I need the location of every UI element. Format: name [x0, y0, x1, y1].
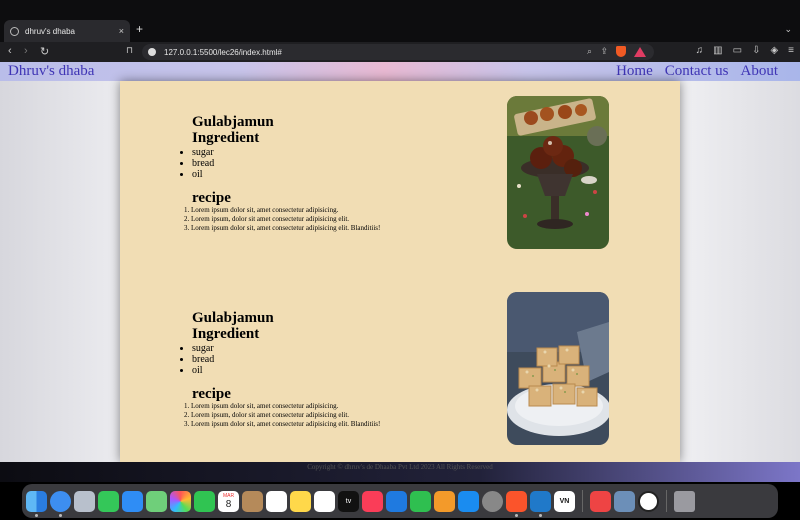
notes-icon[interactable]	[290, 490, 311, 512]
recipe-card: Gulabjamun Ingredient sugar bread oil re…	[120, 292, 680, 452]
photos-icon[interactable]	[170, 490, 191, 512]
recipe-step: Lorem ipsum, dolor sit amet consectetur …	[191, 411, 380, 420]
brave-icon[interactable]	[506, 490, 527, 517]
forward-icon[interactable]: ›	[24, 45, 28, 57]
globe-icon	[10, 26, 19, 36]
recipe-heading: recipe	[192, 190, 231, 206]
macos-dock: MAR 8 tv VN	[22, 484, 778, 518]
vn-icon[interactable]: VN	[554, 490, 575, 512]
recipe-step: Lorem ipsum dolor sit, amet consectetur …	[191, 224, 380, 233]
close-tab-icon[interactable]: ×	[119, 26, 124, 36]
brave-shield-icon[interactable]	[616, 46, 626, 57]
dock-separator	[582, 490, 583, 512]
dock-separator	[666, 490, 667, 512]
dock-area: MAR 8 tv VN	[0, 482, 800, 520]
nav-link-contact[interactable]: Contact us	[665, 63, 729, 80]
contacts-icon[interactable]	[242, 490, 263, 512]
recipe-steps: Lorem ipsum dolor sit, amet consectetur …	[191, 206, 380, 233]
recipe-step: Lorem ipsum dolor sit, amet consectetur …	[191, 206, 380, 215]
nav-links: Home Contact us About	[616, 63, 778, 80]
browser-tab[interactable]: dhruv's dhaba ×	[4, 20, 130, 42]
recipe-step: Lorem ipsum, dolor sit amet consectetur …	[191, 215, 380, 224]
tab-list-chevron-icon[interactable]: ⌄	[784, 24, 792, 35]
tab-title: dhruv's dhaba	[25, 26, 76, 36]
bookmark-icon[interactable]: ⊓	[126, 45, 133, 56]
numbers-icon[interactable]	[410, 490, 431, 512]
maps-icon[interactable]	[146, 490, 167, 512]
recipe-steps: Lorem ipsum dolor sit, amet consectetur …	[191, 402, 380, 429]
recipe-step: Lorem ipsum dolor sit, amet consectetur …	[191, 420, 380, 429]
calendar-icon[interactable]: MAR 8	[218, 490, 239, 512]
ingredient-heading: Ingredient	[192, 130, 260, 146]
url-text: 127.0.0.1:5500/lec26/index.html#	[164, 47, 282, 57]
download-icon[interactable]: ⇩	[752, 45, 760, 56]
page-viewport: Dhruv's dhaba Home Contact us About Gula…	[0, 62, 800, 482]
wallet-icon[interactable]: ▭	[733, 45, 742, 56]
site-brand[interactable]: Dhruv's dhaba	[8, 63, 94, 80]
recipe-container: Gulabjamun Ingredient sugar bread oil re…	[120, 81, 680, 462]
ingredient-list: sugar bread oil	[192, 147, 214, 180]
share-icon[interactable]: ⇪	[600, 46, 608, 57]
preview-icon[interactable]	[590, 490, 611, 512]
messages-icon[interactable]	[98, 490, 119, 512]
ingredient-list: sugar bread oil	[192, 343, 214, 376]
keynote-icon[interactable]	[386, 490, 407, 512]
toolbar-right-icons: ♫ ▥ ▭ ⇩ ◈ ≡	[696, 45, 794, 56]
ingredient-item: oil	[192, 365, 214, 376]
barfi-photo	[507, 292, 609, 445]
ingredient-item: sugar	[192, 343, 214, 354]
new-tab-button[interactable]: +	[136, 22, 143, 36]
nav-link-about[interactable]: About	[741, 63, 779, 80]
nav-link-home[interactable]: Home	[616, 63, 653, 80]
ingredient-heading: Ingredient	[192, 326, 260, 342]
ingredient-item: bread	[192, 158, 214, 169]
trash-icon[interactable]	[674, 490, 695, 512]
vpn-icon[interactable]: ◈	[770, 45, 778, 56]
music-icon[interactable]	[362, 490, 383, 512]
media-icon[interactable]: ♫	[696, 45, 704, 56]
finder-icon[interactable]	[26, 490, 47, 517]
pages-icon[interactable]	[434, 490, 455, 512]
site-navbar: Dhruv's dhaba Home Contact us About	[0, 62, 800, 81]
recipe-step: Lorem ipsum dolor sit, amet consectetur …	[191, 402, 380, 411]
back-icon[interactable]: ‹	[8, 45, 12, 57]
ingredient-item: sugar	[192, 147, 214, 158]
safari-icon[interactable]	[50, 490, 71, 517]
screenshot-icon[interactable]	[614, 490, 635, 512]
browser-tab-bar: dhruv's dhaba × + ⌄	[0, 0, 800, 42]
ingredient-item: oil	[192, 169, 214, 180]
tv-icon[interactable]: tv	[338, 490, 359, 512]
menu-icon[interactable]: ≡	[788, 45, 794, 56]
site-footer: Copyright © dhruv's de Dhaaba Pvt Ltd 20…	[0, 462, 800, 482]
gulab-jamun-photo	[507, 96, 609, 249]
dish-title: Gulabjamun	[192, 310, 274, 326]
recipe-card: Gulabjamun Ingredient sugar bread oil re…	[120, 96, 680, 256]
zoom-icon[interactable]: ⌕	[587, 46, 592, 57]
ingredient-item: bread	[192, 354, 214, 365]
site-info-icon[interactable]	[148, 48, 156, 56]
recipe-heading: recipe	[192, 386, 231, 402]
freeform-icon[interactable]	[314, 490, 335, 512]
copyright-text: Copyright © dhruv's de Dhaaba Pvt Ltd 20…	[307, 463, 493, 471]
facetime-icon[interactable]	[194, 490, 215, 512]
brave-rewards-icon[interactable]	[634, 47, 646, 57]
system-settings-icon[interactable]	[482, 490, 503, 512]
app-store-icon[interactable]	[458, 490, 479, 512]
address-bar[interactable]: 127.0.0.1:5500/lec26/index.html# ⌕ ⇪	[142, 44, 654, 60]
browser-toolbar: ‹ › ↻ ⊓ 127.0.0.1:5500/lec26/index.html#…	[0, 42, 800, 62]
vscode-icon[interactable]	[530, 490, 551, 517]
dish-title: Gulabjamun	[192, 114, 274, 130]
launchpad-icon[interactable]	[74, 490, 95, 512]
calendar-day: 8	[225, 498, 232, 510]
reminders-icon[interactable]	[266, 490, 287, 512]
reload-icon[interactable]: ↻	[40, 45, 49, 58]
clock-icon[interactable]	[638, 490, 659, 512]
mail-icon[interactable]	[122, 490, 143, 512]
sidebar-icon[interactable]: ▥	[713, 45, 722, 56]
